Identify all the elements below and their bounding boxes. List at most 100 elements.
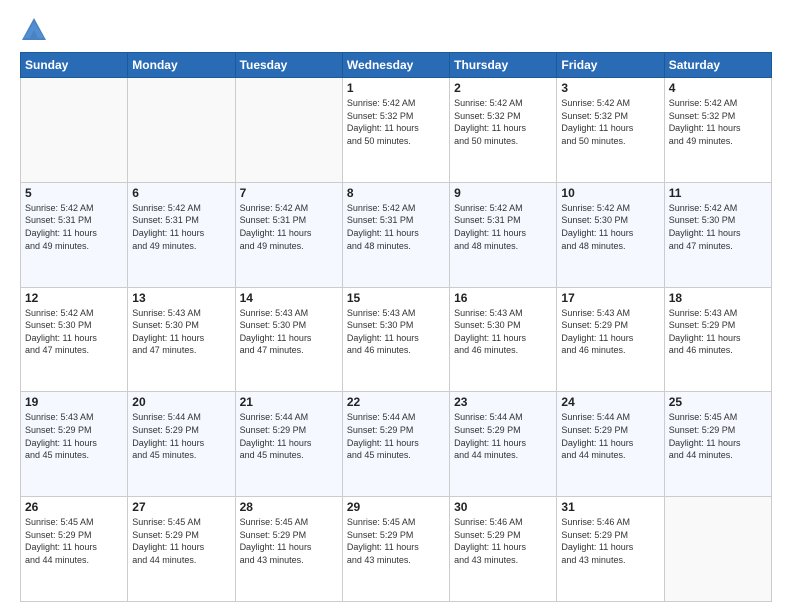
calendar-cell: 4 Sunrise: 5:42 AMSunset: 5:32 PMDaylight… xyxy=(664,78,771,183)
calendar-cell: 31 Sunrise: 5:46 AMSunset: 5:29 PMDayligh… xyxy=(557,497,664,602)
day-number: 15 xyxy=(347,291,445,305)
day-info: Sunrise: 5:44 AMSunset: 5:29 PMDaylight:… xyxy=(240,411,338,461)
day-info: Sunrise: 5:45 AMSunset: 5:29 PMDaylight:… xyxy=(240,516,338,566)
day-info: Sunrise: 5:42 AMSunset: 5:32 PMDaylight:… xyxy=(347,97,445,147)
day-number: 9 xyxy=(454,186,552,200)
day-number: 10 xyxy=(561,186,659,200)
calendar-week-1: 1 Sunrise: 5:42 AMSunset: 5:32 PMDaylight… xyxy=(21,78,772,183)
weekday-header-row: SundayMondayTuesdayWednesdayThursdayFrid… xyxy=(21,53,772,78)
day-number: 1 xyxy=(347,81,445,95)
day-info: Sunrise: 5:42 AMSunset: 5:32 PMDaylight:… xyxy=(669,97,767,147)
calendar-cell: 26 Sunrise: 5:45 AMSunset: 5:29 PMDayligh… xyxy=(21,497,128,602)
calendar-week-2: 5 Sunrise: 5:42 AMSunset: 5:31 PMDaylight… xyxy=(21,182,772,287)
day-number: 27 xyxy=(132,500,230,514)
calendar-cell: 13 Sunrise: 5:43 AMSunset: 5:30 PMDayligh… xyxy=(128,287,235,392)
calendar-cell: 18 Sunrise: 5:43 AMSunset: 5:29 PMDayligh… xyxy=(664,287,771,392)
day-number: 22 xyxy=(347,395,445,409)
calendar-cell xyxy=(128,78,235,183)
day-number: 13 xyxy=(132,291,230,305)
weekday-header-saturday: Saturday xyxy=(664,53,771,78)
day-info: Sunrise: 5:42 AMSunset: 5:30 PMDaylight:… xyxy=(25,307,123,357)
weekday-header-thursday: Thursday xyxy=(450,53,557,78)
weekday-header-monday: Monday xyxy=(128,53,235,78)
calendar-cell: 29Sunrise: 5:45 AMSunset: 5:29 PMDayligh… xyxy=(342,497,449,602)
day-number: 6 xyxy=(132,186,230,200)
calendar-week-3: 12 Sunrise: 5:42 AMSunset: 5:30 PMDayligh… xyxy=(21,287,772,392)
day-number: 18 xyxy=(669,291,767,305)
day-info: Sunrise: 5:42 AMSunset: 5:30 PMDaylight:… xyxy=(561,202,659,252)
day-number: 30 xyxy=(454,500,552,514)
day-number: 14 xyxy=(240,291,338,305)
day-number: 21 xyxy=(240,395,338,409)
day-info: Sunrise: 5:43 AMSunset: 5:29 PMDaylight:… xyxy=(561,307,659,357)
day-number: 28 xyxy=(240,500,338,514)
day-info: Sunrise: 5:42 AMSunset: 5:31 PMDaylight:… xyxy=(347,202,445,252)
calendar-cell: 7 Sunrise: 5:42 AMSunset: 5:31 PMDaylight… xyxy=(235,182,342,287)
day-number: 4 xyxy=(669,81,767,95)
day-number: 31 xyxy=(561,500,659,514)
calendar-cell: 2Sunrise: 5:42 AMSunset: 5:32 PMDaylight… xyxy=(450,78,557,183)
calendar-cell: 28 Sunrise: 5:45 AMSunset: 5:29 PMDayligh… xyxy=(235,497,342,602)
calendar-cell: 21 Sunrise: 5:44 AMSunset: 5:29 PMDayligh… xyxy=(235,392,342,497)
day-number: 24 xyxy=(561,395,659,409)
calendar-cell: 11Sunrise: 5:42 AMSunset: 5:30 PMDayligh… xyxy=(664,182,771,287)
day-number: 17 xyxy=(561,291,659,305)
day-number: 2 xyxy=(454,81,552,95)
day-number: 11 xyxy=(669,186,767,200)
calendar-cell: 20 Sunrise: 5:44 AMSunset: 5:29 PMDayligh… xyxy=(128,392,235,497)
calendar-cell: 8 Sunrise: 5:42 AMSunset: 5:31 PMDaylight… xyxy=(342,182,449,287)
calendar-cell: 23Sunrise: 5:44 AMSunset: 5:29 PMDayligh… xyxy=(450,392,557,497)
calendar-cell: 27 Sunrise: 5:45 AMSunset: 5:29 PMDayligh… xyxy=(128,497,235,602)
day-info: Sunrise: 5:42 AMSunset: 5:32 PMDaylight:… xyxy=(561,97,659,147)
calendar-cell: 15 Sunrise: 5:43 AMSunset: 5:30 PMDayligh… xyxy=(342,287,449,392)
header xyxy=(20,16,772,44)
day-info: Sunrise: 5:43 AMSunset: 5:29 PMDaylight:… xyxy=(669,307,767,357)
calendar-cell: 14 Sunrise: 5:43 AMSunset: 5:30 PMDayligh… xyxy=(235,287,342,392)
day-number: 12 xyxy=(25,291,123,305)
calendar-cell xyxy=(235,78,342,183)
day-number: 5 xyxy=(25,186,123,200)
day-info: Sunrise: 5:45 AMSunset: 5:29 PMDaylight:… xyxy=(25,516,123,566)
calendar-cell: 3Sunrise: 5:42 AMSunset: 5:32 PMDaylight… xyxy=(557,78,664,183)
day-info: Sunrise: 5:46 AMSunset: 5:29 PMDaylight:… xyxy=(454,516,552,566)
calendar-cell: 5 Sunrise: 5:42 AMSunset: 5:31 PMDaylight… xyxy=(21,182,128,287)
calendar-cell: 10 Sunrise: 5:42 AMSunset: 5:30 PMDayligh… xyxy=(557,182,664,287)
day-number: 7 xyxy=(240,186,338,200)
weekday-header-sunday: Sunday xyxy=(21,53,128,78)
day-number: 26 xyxy=(25,500,123,514)
day-info: Sunrise: 5:43 AMSunset: 5:30 PMDaylight:… xyxy=(240,307,338,357)
day-info: Sunrise: 5:44 AMSunset: 5:29 PMDaylight:… xyxy=(561,411,659,461)
calendar-cell: 6Sunrise: 5:42 AMSunset: 5:31 PMDaylight… xyxy=(128,182,235,287)
logo-icon xyxy=(20,16,48,44)
day-info: Sunrise: 5:45 AMSunset: 5:29 PMDaylight:… xyxy=(347,516,445,566)
calendar-cell: 24 Sunrise: 5:44 AMSunset: 5:29 PMDayligh… xyxy=(557,392,664,497)
weekday-header-wednesday: Wednesday xyxy=(342,53,449,78)
day-info: Sunrise: 5:42 AMSunset: 5:31 PMDaylight:… xyxy=(240,202,338,252)
day-info: Sunrise: 5:43 AMSunset: 5:30 PMDaylight:… xyxy=(132,307,230,357)
day-info: Sunrise: 5:44 AMSunset: 5:29 PMDaylight:… xyxy=(132,411,230,461)
weekday-header-friday: Friday xyxy=(557,53,664,78)
day-number: 20 xyxy=(132,395,230,409)
calendar-week-5: 26 Sunrise: 5:45 AMSunset: 5:29 PMDayligh… xyxy=(21,497,772,602)
calendar-cell: 22Sunrise: 5:44 AMSunset: 5:29 PMDayligh… xyxy=(342,392,449,497)
day-info: Sunrise: 5:46 AMSunset: 5:29 PMDaylight:… xyxy=(561,516,659,566)
calendar-week-4: 19 Sunrise: 5:43 AMSunset: 5:29 PMDayligh… xyxy=(21,392,772,497)
day-info: Sunrise: 5:42 AMSunset: 5:31 PMDaylight:… xyxy=(25,202,123,252)
day-info: Sunrise: 5:45 AMSunset: 5:29 PMDaylight:… xyxy=(669,411,767,461)
day-info: Sunrise: 5:42 AMSunset: 5:31 PMDaylight:… xyxy=(454,202,552,252)
calendar-cell: 1 Sunrise: 5:42 AMSunset: 5:32 PMDaylight… xyxy=(342,78,449,183)
page: SundayMondayTuesdayWednesdayThursdayFrid… xyxy=(0,0,792,612)
day-info: Sunrise: 5:43 AMSunset: 5:30 PMDaylight:… xyxy=(347,307,445,357)
calendar-cell xyxy=(664,497,771,602)
day-info: Sunrise: 5:45 AMSunset: 5:29 PMDaylight:… xyxy=(132,516,230,566)
day-number: 19 xyxy=(25,395,123,409)
day-number: 16 xyxy=(454,291,552,305)
day-number: 25 xyxy=(669,395,767,409)
calendar-cell: 12 Sunrise: 5:42 AMSunset: 5:30 PMDayligh… xyxy=(21,287,128,392)
weekday-header-tuesday: Tuesday xyxy=(235,53,342,78)
calendar-cell: 16Sunrise: 5:43 AMSunset: 5:30 PMDayligh… xyxy=(450,287,557,392)
day-number: 8 xyxy=(347,186,445,200)
calendar-cell: 25 Sunrise: 5:45 AMSunset: 5:29 PMDayligh… xyxy=(664,392,771,497)
day-info: Sunrise: 5:43 AMSunset: 5:29 PMDaylight:… xyxy=(25,411,123,461)
day-number: 23 xyxy=(454,395,552,409)
